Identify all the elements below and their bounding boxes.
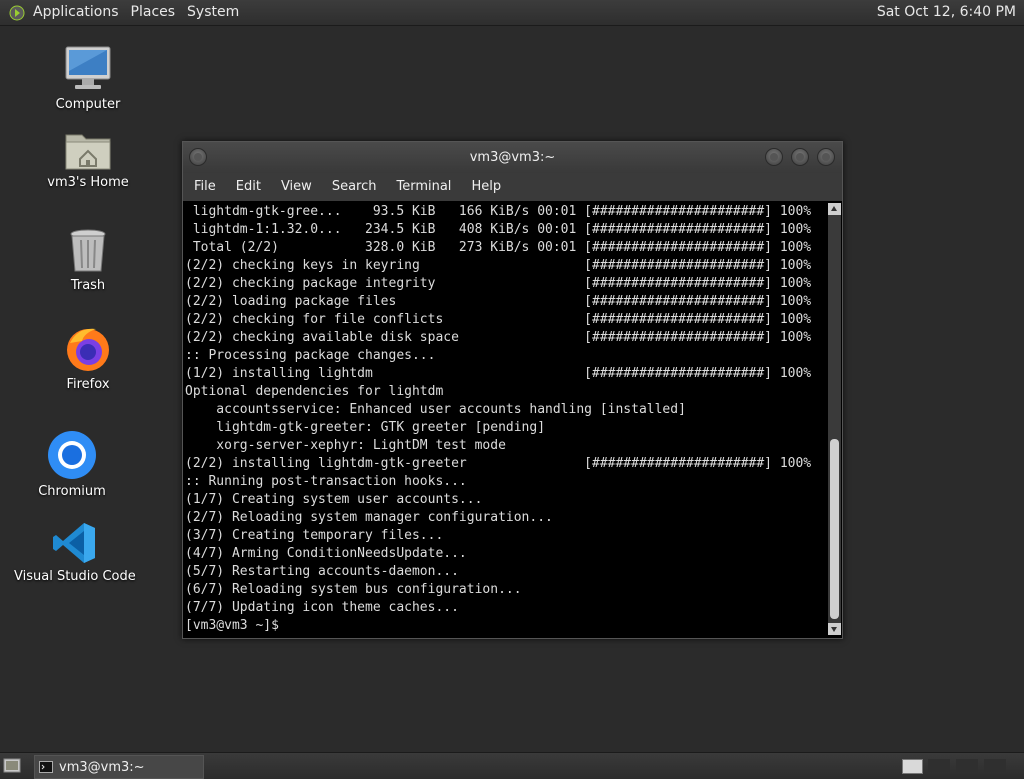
workspace-2[interactable]	[928, 759, 950, 772]
desktop-icon-label: Firefox	[66, 377, 110, 392]
terminal-line: (2/2) checking package integrity [######…	[185, 276, 812, 291]
maximize-icon[interactable]	[791, 148, 809, 166]
terminal-line: Total (2/2) 328.0 KiB 273 KiB/s 00:01 [#…	[185, 240, 812, 255]
workspace-1[interactable]	[902, 759, 923, 774]
top-panel: Applications Places System Sat Oct 12, 6…	[0, 0, 1024, 26]
terminal-line: Optional dependencies for lightdm	[185, 384, 444, 399]
terminal-line: lightdm-gtk-greeter: GTK greeter [pendin…	[185, 420, 546, 435]
applications-menu-icon[interactable]	[9, 5, 25, 21]
desktop-icon-firefox[interactable]: Firefox	[28, 325, 148, 392]
terminal-line: (7/7) Updating icon theme caches...	[185, 600, 459, 615]
trash-icon	[70, 229, 106, 272]
terminal-icon	[39, 761, 53, 773]
clock[interactable]: Sat Oct 12, 6:40 PM	[877, 0, 1016, 25]
menu-search[interactable]: Search	[322, 173, 387, 201]
terminal-line: lightdm-gtk-gree... 93.5 KiB 166 KiB/s 0…	[185, 204, 812, 219]
scrollbar-track[interactable]	[828, 215, 841, 623]
home-folder-icon	[65, 134, 111, 170]
terminal-scrollbar[interactable]	[828, 203, 841, 635]
minimize-icon[interactable]	[765, 148, 783, 166]
bottom-panel: vm3@vm3:~	[0, 752, 1024, 779]
desktop-icon-vscode[interactable]: Visual Studio Code	[14, 521, 136, 584]
chromium-icon	[48, 431, 96, 479]
terminal-line: (4/7) Arming ConditionNeedsUpdate...	[185, 546, 467, 561]
scrollbar-thumb[interactable]	[830, 439, 839, 619]
terminal-line: (2/2) loading package files [###########…	[185, 294, 812, 309]
terminal-window[interactable]: vm3@vm3:~ File Edit View Search Terminal…	[182, 141, 843, 639]
menu-view[interactable]: View	[271, 173, 322, 201]
terminal-line: (1/7) Creating system user accounts...	[185, 492, 483, 507]
terminal-line: (2/2) checking keys in keyring [########…	[185, 258, 812, 273]
terminal-line: lightdm-1:1.32.0... 234.5 KiB 408 KiB/s …	[185, 222, 812, 237]
terminal-line: (2/2) checking for file conflicts [#####…	[185, 312, 812, 327]
taskbar-window-label: vm3@vm3:~	[59, 759, 145, 775]
desktop-icon-label: Trash	[70, 278, 106, 293]
terminal-output[interactable]: lightdm-gtk-gree... 93.5 KiB 166 KiB/s 0…	[185, 203, 825, 635]
terminal-line: (2/7) Reloading system manager configura…	[185, 510, 553, 525]
workspace-3[interactable]	[956, 759, 978, 772]
close-icon[interactable]	[817, 148, 835, 166]
window-title: vm3@vm3:~	[469, 150, 556, 165]
terminal-line: :: Running post-transaction hooks...	[185, 474, 467, 489]
desktop-icon-label: Chromium	[38, 484, 106, 499]
terminal-line: :: Processing package changes...	[185, 348, 436, 363]
terminal-line: (1/2) installing lightdm [##############…	[185, 366, 812, 381]
window-menu-icon[interactable]	[189, 148, 207, 166]
computer-icon	[65, 46, 111, 89]
desktop-icon-label: vm3's Home	[47, 175, 129, 190]
workspace-4[interactable]	[984, 759, 1006, 772]
terminal-line: (6/7) Reloading system bus configuration…	[185, 582, 522, 597]
terminal-line: xorg-server-xephyr: LightDM test mode	[185, 438, 506, 453]
desktop-icon-label: Computer	[55, 97, 121, 112]
terminal-line: (3/7) Creating temporary files...	[185, 528, 444, 543]
desktop-icon-label: Visual Studio Code	[14, 569, 136, 584]
terminal-line: (2/2) installing lightdm-gtk-greeter [##…	[185, 456, 812, 471]
window-titlebar[interactable]: vm3@vm3:~	[183, 142, 842, 173]
scroll-down-arrow-icon[interactable]	[828, 623, 841, 635]
menu-edit[interactable]: Edit	[226, 173, 271, 201]
desktop-icon-chromium[interactable]: Chromium	[12, 430, 132, 499]
vscode-icon	[53, 523, 95, 563]
applications-menu[interactable]: Applications	[27, 0, 125, 25]
terminal-menubar: File Edit View Search Terminal Help	[183, 173, 842, 201]
places-menu[interactable]: Places	[125, 0, 182, 25]
show-desktop-icon[interactable]	[3, 758, 21, 773]
desktop-icon-home[interactable]: vm3's Home	[28, 127, 148, 190]
scroll-up-arrow-icon[interactable]	[828, 203, 841, 215]
firefox-icon	[67, 328, 109, 371]
terminal-line: accountsservice: Enhanced user accounts …	[185, 402, 686, 417]
terminal-line: (5/7) Restarting accounts-daemon...	[185, 564, 459, 579]
desktop-icon-computer[interactable]: Computer	[28, 45, 148, 112]
menu-file[interactable]: File	[183, 173, 226, 201]
terminal-prompt[interactable]: [vm3@vm3 ~]$	[185, 617, 825, 635]
desktop-icon-trash[interactable]: Trash	[28, 228, 148, 293]
menu-terminal[interactable]: Terminal	[386, 173, 461, 201]
system-menu[interactable]: System	[181, 0, 245, 25]
menu-help[interactable]: Help	[461, 173, 511, 201]
taskbar-window-button[interactable]: vm3@vm3:~	[34, 755, 204, 779]
terminal-line: (2/2) checking available disk space [###…	[185, 330, 812, 345]
